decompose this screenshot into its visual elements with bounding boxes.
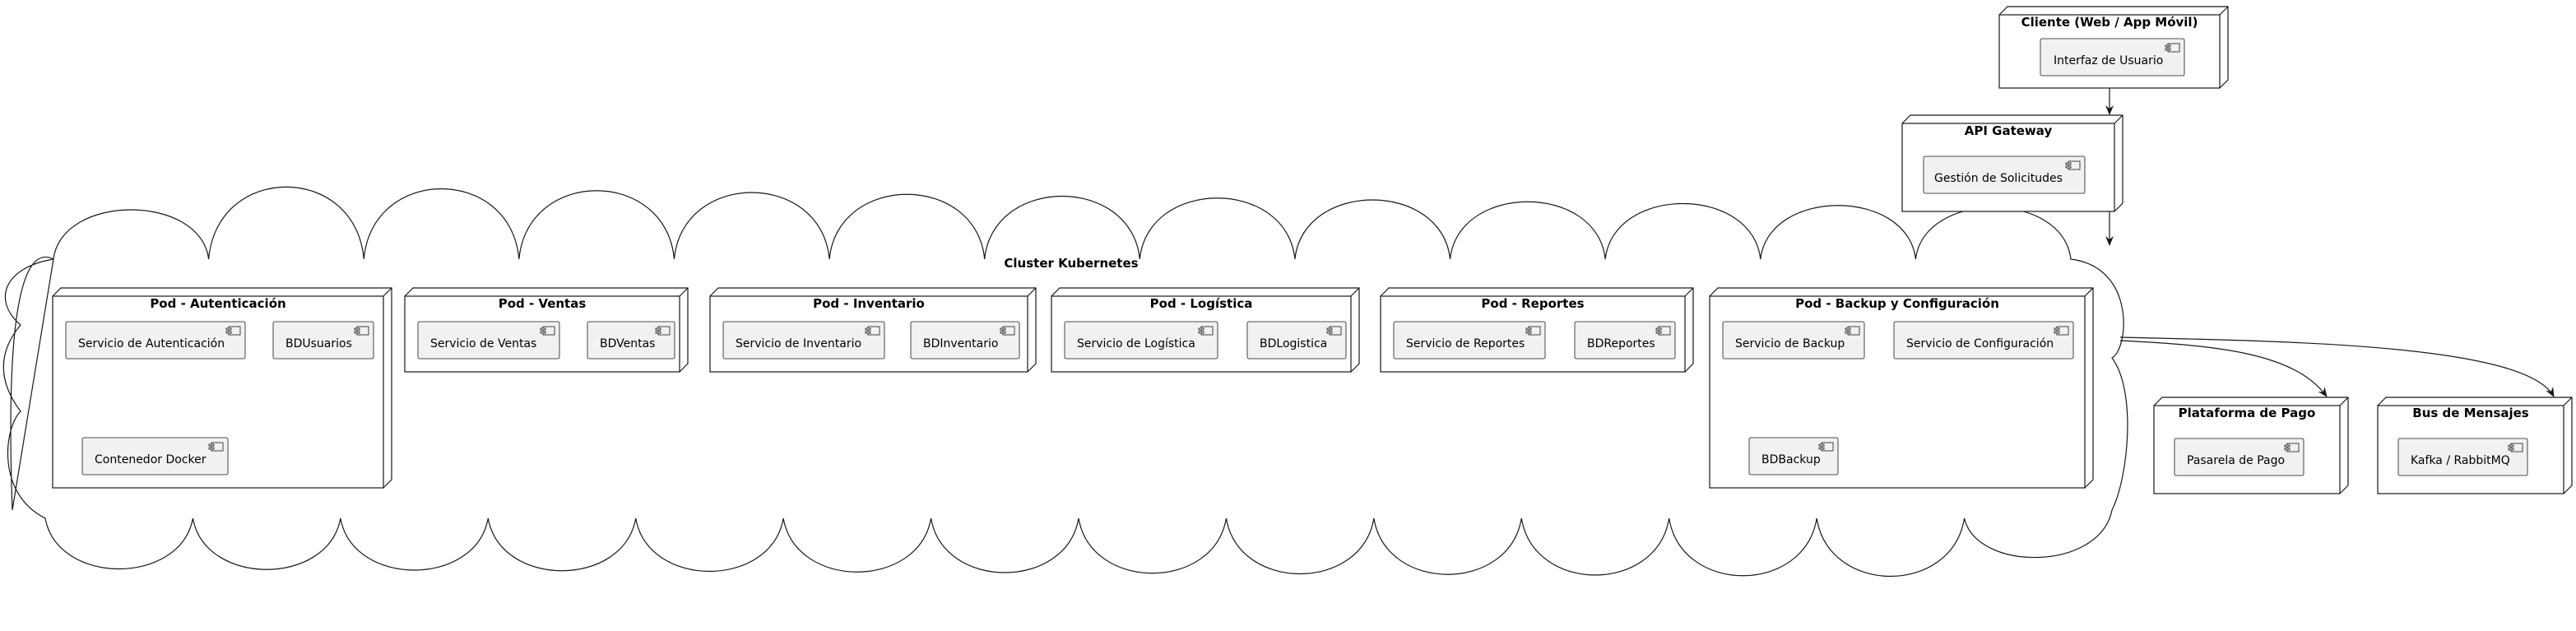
component-label: Servicio de Logística: [1077, 337, 1195, 350]
node-api-gateway[interactable]: API Gateway Gestión de Solicitudes: [1901, 114, 2123, 212]
cloud-title: Cluster Kubernetes: [1004, 256, 1138, 271]
node-backup-title: Pod - Backup y Configuración: [1795, 296, 1999, 311]
component-label: BDUsuarios: [285, 337, 352, 350]
deployment-diagram: Cluster Kubernetes Cliente (Web / App Mó…: [2, 6, 2573, 577]
node-inventario-title: Pod - Inventario: [813, 296, 925, 311]
node-ventas[interactable]: Pod - Ventas Servicio de Ventas BDVentas: [404, 287, 689, 373]
component-label: BDReportes: [1587, 337, 1655, 350]
component-label: Servicio de Backup: [1735, 337, 1845, 350]
component-label: Kafka / RabbitMQ: [2411, 454, 2510, 467]
component-logistica-1[interactable]: BDLogistica: [1246, 321, 1347, 360]
component-label: BDInventario: [923, 337, 998, 350]
component-label: BDLogistica: [1260, 337, 1327, 350]
node-bus[interactable]: Bus de Mensajes Kafka / RabbitMQ: [2377, 397, 2573, 494]
component-logistica-0[interactable]: Servicio de Logística: [1064, 321, 1218, 360]
node-auth[interactable]: Pod - Autenticación Servicio de Autentica…: [52, 287, 392, 489]
component-label: Servicio de Ventas: [430, 337, 536, 350]
node-pago-title: Plataforma de Pago: [2179, 406, 2316, 420]
component-label: Servicio de Reportes: [1406, 337, 1525, 350]
node-backup[interactable]: Pod - Backup y Configuración Servicio de …: [1709, 287, 2094, 489]
component-label: BDVentas: [600, 337, 655, 350]
node-logistica-title: Pod - Logística: [1150, 296, 1253, 311]
node-cliente[interactable]: Cliente (Web / App Móvil) Interfaz de Us…: [1998, 6, 2229, 89]
component-auth-2[interactable]: Contenedor Docker: [81, 437, 229, 476]
component-pago-0[interactable]: Pasarela de Pago: [2174, 438, 2304, 476]
component-label: Interfaz de Usuario: [2054, 54, 2163, 67]
component-auth-1[interactable]: BDUsuarios: [272, 321, 374, 360]
component-auth-0[interactable]: Servicio de Autenticación: [65, 321, 246, 360]
arrow-cluster-to-bus: [2119, 336, 2555, 397]
node-pago[interactable]: Plataforma de Pago Pasarela de Pago: [2153, 397, 2349, 494]
arrow-cluster-to-pago: [2119, 340, 2328, 397]
node-reportes[interactable]: Pod - Reportes Servicio de Reportes BDRepo…: [1380, 287, 1694, 373]
component-gestion-solicitudes[interactable]: Gestión de Solicitudes: [1923, 155, 2086, 194]
component-backup-2[interactable]: BDBackup: [1748, 437, 1839, 476]
component-label: Gestión de Solicitudes: [1934, 172, 2063, 185]
component-label: BDBackup: [1761, 453, 1821, 466]
node-api-title: API Gateway: [1965, 123, 2053, 138]
component-label: Servicio de Autenticación: [78, 337, 225, 350]
component-reportes-0[interactable]: Servicio de Reportes: [1393, 321, 1546, 360]
component-bus-0[interactable]: Kafka / RabbitMQ: [2397, 438, 2528, 476]
component-label: Servicio de Inventario: [736, 337, 861, 350]
component-label: Pasarela de Pago: [2187, 454, 2285, 467]
component-label: Servicio de Configuración: [1906, 337, 2054, 350]
node-reportes-title: Pod - Reportes: [1481, 296, 1584, 311]
node-bus-title: Bus de Mensajes: [2412, 406, 2529, 420]
component-reportes-1[interactable]: BDReportes: [1574, 321, 1676, 360]
node-logistica[interactable]: Pod - Logística Servicio de Logística BDLo…: [1051, 287, 1360, 373]
node-cliente-title: Cliente (Web / App Móvil): [2021, 15, 2198, 30]
component-interfaz-usuario[interactable]: Interfaz de Usuario: [2040, 38, 2185, 77]
component-inventario-1[interactable]: BDInventario: [910, 321, 1020, 360]
component-backup-0[interactable]: Servicio de Backup: [1722, 321, 1865, 360]
connections: [2105, 88, 2555, 397]
component-inventario-0[interactable]: Servicio de Inventario: [722, 321, 885, 360]
external-nodes: Plataforma de Pago Pasarela de Pago Bus de…: [2153, 397, 2573, 494]
node-inventario[interactable]: Pod - Inventario Servicio de Inventario BD…: [709, 287, 1037, 373]
component-backup-1[interactable]: Servicio de Configuración: [1893, 321, 2074, 360]
node-auth-title: Pod - Autenticación: [150, 296, 285, 311]
component-label: Contenedor Docker: [95, 453, 207, 466]
component-ventas-0[interactable]: Servicio de Ventas: [417, 321, 560, 360]
component-ventas-1[interactable]: BDVentas: [587, 321, 675, 360]
node-ventas-title: Pod - Ventas: [499, 296, 587, 311]
